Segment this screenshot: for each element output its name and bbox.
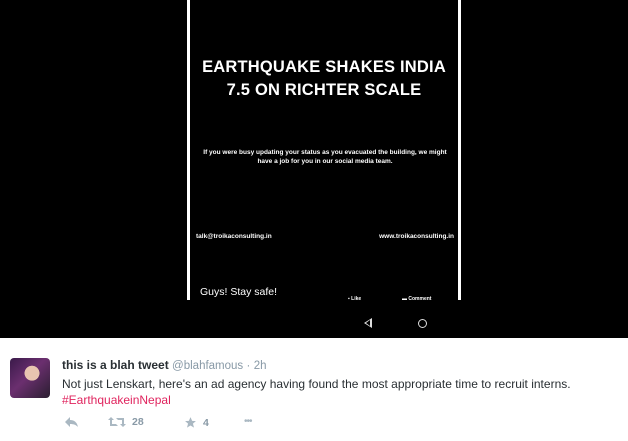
author-name[interactable]: this is a blah tweet — [62, 358, 169, 372]
screenshot-image: EARTHQUAKE SHAKES INDIA 7.5 ON RICHTER S… — [0, 0, 628, 338]
tweet: this is a blah tweet @blahfamous · 2h No… — [0, 338, 628, 441]
comment-action[interactable]: ▬ Comment — [402, 296, 431, 302]
author-handle[interactable]: @blahfamous — [172, 360, 243, 372]
ad-body-text: If you were busy updating your status as… — [203, 149, 447, 165]
like-label: Like — [351, 296, 362, 302]
tweet-time[interactable]: 2h — [254, 360, 267, 372]
star-icon — [185, 417, 196, 428]
more-icon: ••• — [244, 416, 252, 427]
ad-headline-line2: 7.5 ON RICHTER SCALE — [226, 81, 422, 99]
comment-label: Comment — [408, 296, 432, 302]
favorite-button[interactable]: 4 — [184, 416, 209, 429]
phone-edge-right — [458, 0, 461, 300]
reply-icon — [65, 417, 78, 427]
like-action[interactable]: ▪ Like — [348, 296, 361, 302]
reply-button[interactable] — [64, 416, 79, 428]
retweet-icon — [108, 417, 126, 427]
separator: · — [246, 360, 251, 372]
phone-edge-left — [187, 0, 190, 300]
like-icon: ▪ — [348, 296, 350, 302]
avatar[interactable] — [10, 358, 50, 398]
tweet-body: Not just Lenskart, here's an ad agency h… — [62, 377, 571, 391]
comment-icon: ▬ — [402, 296, 407, 302]
back-icon[interactable] — [364, 318, 372, 328]
retweet-count: 28 — [132, 416, 144, 428]
favorite-count: 4 — [203, 416, 209, 429]
tweet-header: this is a blah tweet @blahfamous · 2h — [62, 358, 267, 372]
retweet-button[interactable]: 28 — [108, 416, 144, 428]
hashtag-link[interactable]: #EarthquakeinNepal — [62, 392, 622, 408]
post-caption: Guys! Stay safe! — [200, 286, 278, 298]
tweet-text: Not just Lenskart, here's an ad agency h… — [62, 376, 622, 408]
home-icon[interactable] — [418, 319, 427, 328]
more-button[interactable]: ••• — [244, 416, 252, 427]
ad-headline: EARTHQUAKE SHAKES INDIA 7.5 ON RICHTER S… — [192, 56, 456, 102]
ad-headline-line1: EARTHQUAKE SHAKES INDIA — [202, 58, 446, 76]
ad-email: talk@troikaconsulting.in — [196, 233, 272, 240]
ad-website: www.troikaconsulting.in — [379, 233, 454, 240]
